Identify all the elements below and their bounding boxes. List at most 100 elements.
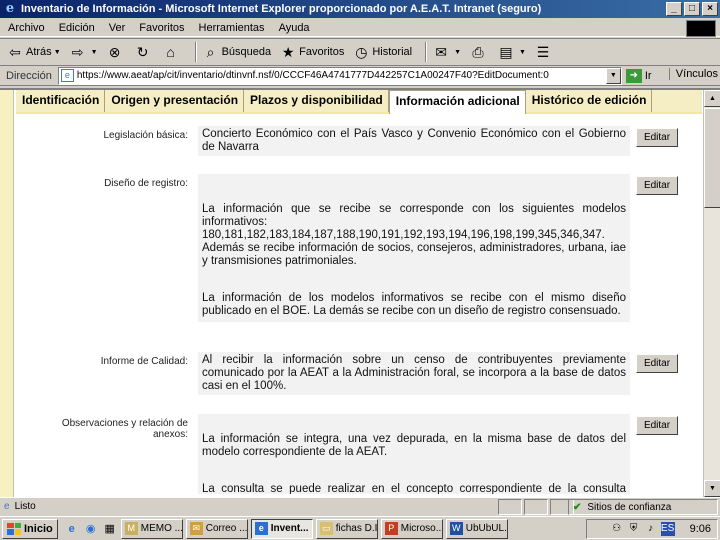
start-label: Inicio <box>24 522 53 535</box>
tab-informacion-adicional[interactable]: Información adicional <box>388 90 526 114</box>
task-label: UbUbUL... <box>465 523 507 534</box>
volume-icon[interactable]: ♪ <box>644 522 658 536</box>
field-paragraph: La información que se recibe se correspo… <box>202 203 626 267</box>
task-word[interactable]: WUbUbUL... <box>445 518 508 539</box>
stop-icon: ⊗ <box>108 43 121 60</box>
field-paragraph: La información de los modelos informativ… <box>202 292 626 317</box>
mail-icon: ✉ <box>435 43 447 60</box>
menu-herramientas[interactable]: Herramientas <box>199 22 265 34</box>
vertical-scrollbar[interactable]: ▲ ▼ <box>703 90 720 497</box>
tab-origen-presentacion[interactable]: Origen y presentación <box>105 90 245 112</box>
trusted-check-icon: ✔ <box>573 501 582 513</box>
favorites-icon: ★ <box>281 43 295 60</box>
field-label: Informe de Calidad: <box>100 356 188 367</box>
discuss-button[interactable]: ☰ <box>534 41 554 63</box>
menu-edicion[interactable]: Edición <box>59 22 95 34</box>
discuss-icon: ☰ <box>536 43 550 60</box>
field-value[interactable]: Al recibir la información sobre un censo… <box>198 352 630 395</box>
window-titlebar[interactable]: e Inventario de Información - Microsoft … <box>0 0 720 18</box>
edit-dropdown-icon[interactable]: ▼ <box>519 49 526 56</box>
standard-toolbar: ⇦ Atrás ▼ ⇨ ▼ ⊗ ↻ ⌂ ⌕ Búsqueda ★ Favorit… <box>0 38 720 66</box>
tab-historico-edicion[interactable]: Histórico de edición <box>526 90 653 112</box>
address-dropdown-icon[interactable]: ▼ <box>605 67 621 84</box>
mail-icon: ✉ <box>189 522 203 535</box>
task-microsoft[interactable]: P Microso... <box>380 518 443 539</box>
forward-button[interactable]: ⇨ ▼ <box>69 41 98 63</box>
left-margin-strip <box>0 90 14 497</box>
menu-ayuda[interactable]: Ayuda <box>279 22 310 34</box>
back-dropdown-icon[interactable]: ▼ <box>54 49 61 56</box>
field-value[interactable]: La información se integra, una vez depur… <box>198 414 630 494</box>
edit-calidad-button[interactable]: Editar <box>636 354 678 373</box>
system-tray: ⚇ ⛨ ♪ ES 9:06 <box>586 519 718 539</box>
address-url: https://www.aeat/ap/cit/inventario/dtinv… <box>76 70 549 81</box>
tab-identificacion[interactable]: Identificación <box>16 90 106 112</box>
status-text: Listo <box>14 501 36 512</box>
task-inventario[interactable]: e Invent... <box>250 518 313 539</box>
window-title: Inventario de Información - Microsoft In… <box>21 3 542 15</box>
close-button[interactable]: × <box>702 2 718 16</box>
field-paragraph: La consulta se puede realizar en el conc… <box>202 483 626 494</box>
minimize-button[interactable]: _ <box>666 2 682 16</box>
mail-dropdown-icon[interactable]: ▼ <box>454 49 461 56</box>
start-button[interactable]: Inicio <box>2 518 58 539</box>
ie-quicklaunch-icon[interactable]: e <box>64 521 80 537</box>
network-icon[interactable]: ⚇ <box>610 522 624 536</box>
desktop-quicklaunch-icon[interactable]: ▦ <box>102 521 118 537</box>
refresh-button[interactable]: ↻ <box>134 41 154 63</box>
shield-icon[interactable]: ⛨ <box>627 522 641 536</box>
page-icon: e <box>60 69 74 82</box>
history-button[interactable]: ◷ Historial <box>352 41 412 63</box>
scroll-up-icon[interactable]: ▲ <box>704 90 720 107</box>
go-label: Ir <box>644 69 652 82</box>
ie-logo-icon: e <box>5 1 15 16</box>
maximize-button[interactable]: □ <box>684 2 700 16</box>
field-label: Diseño de registro: <box>104 178 188 189</box>
scroll-down-icon[interactable]: ▼ <box>704 480 720 497</box>
powerpoint-icon: P <box>384 522 398 535</box>
quick-launch: e ◉ ▦ <box>64 521 118 537</box>
search-button[interactable]: ⌕ Búsqueda <box>202 41 271 63</box>
page-status-icon: e <box>4 501 10 512</box>
print-button[interactable]: ⎙ <box>469 41 489 63</box>
task-fichas[interactable]: ▭ fichas D.I <box>315 518 378 539</box>
language-icon[interactable]: ES <box>660 522 675 536</box>
task-label: fichas D.I <box>335 523 378 534</box>
scroll-thumb[interactable] <box>704 108 720 208</box>
task-memo[interactable]: M MEMO ... <box>120 518 183 539</box>
address-label: Dirección <box>6 69 52 82</box>
forward-dropdown-icon[interactable]: ▼ <box>91 49 98 56</box>
windows-logo-icon <box>7 522 21 535</box>
clock[interactable]: 9:06 <box>690 523 711 535</box>
mail-button[interactable]: ✉ ▼ <box>432 41 461 63</box>
menu-archivo[interactable]: Archivo <box>8 22 45 34</box>
stop-button[interactable]: ⊗ <box>106 41 126 63</box>
favorites-button[interactable]: ★ Favoritos <box>279 41 345 63</box>
task-label: Invent... <box>270 523 309 534</box>
edit-button[interactable]: ▤ ▼ <box>497 41 526 63</box>
folder-icon: ▭ <box>319 522 333 535</box>
menu-favoritos[interactable]: Favoritos <box>139 22 184 34</box>
memo-icon: M <box>124 522 138 535</box>
page-viewport: Identificación Origen y presentación Pla… <box>0 88 720 497</box>
task-label: Microso... <box>400 523 443 534</box>
edit-diseno-button[interactable]: Editar <box>636 176 678 195</box>
task-correo[interactable]: ✉ Correo ... <box>185 518 248 539</box>
edit-legislacion-button[interactable]: Editar <box>636 128 678 147</box>
address-input[interactable]: e https://www.aeat/ap/cit/inventario/dti… <box>57 66 622 85</box>
field-label: Observaciones y relación de anexos: <box>61 418 188 440</box>
outlook-quicklaunch-icon[interactable]: ◉ <box>83 521 99 537</box>
links-button[interactable]: Vínculos <box>668 68 718 80</box>
address-bar: Dirección e https://www.aeat/ap/cit/inve… <box>0 66 720 86</box>
menu-bar: Archivo Edición Ver Favoritos Herramient… <box>0 19 720 37</box>
field-value[interactable]: La información que se recibe se correspo… <box>198 174 630 322</box>
menu-ver[interactable]: Ver <box>109 22 126 34</box>
go-button[interactable]: ➜ Ir <box>625 68 652 83</box>
windows-taskbar: Inicio e ◉ ▦ M MEMO ... ✉ Correo ... e Inve… <box>0 516 720 540</box>
refresh-icon: ↻ <box>136 43 149 60</box>
field-value[interactable]: Concierto Económico con el País Vasco y … <box>198 126 630 156</box>
tab-plazos-disponibilidad[interactable]: Plazos y disponibilidad <box>244 90 389 112</box>
home-button[interactable]: ⌂ <box>162 41 182 63</box>
back-button[interactable]: ⇦ Atrás ▼ <box>6 41 61 63</box>
edit-observaciones-button[interactable]: Editar <box>636 416 678 435</box>
